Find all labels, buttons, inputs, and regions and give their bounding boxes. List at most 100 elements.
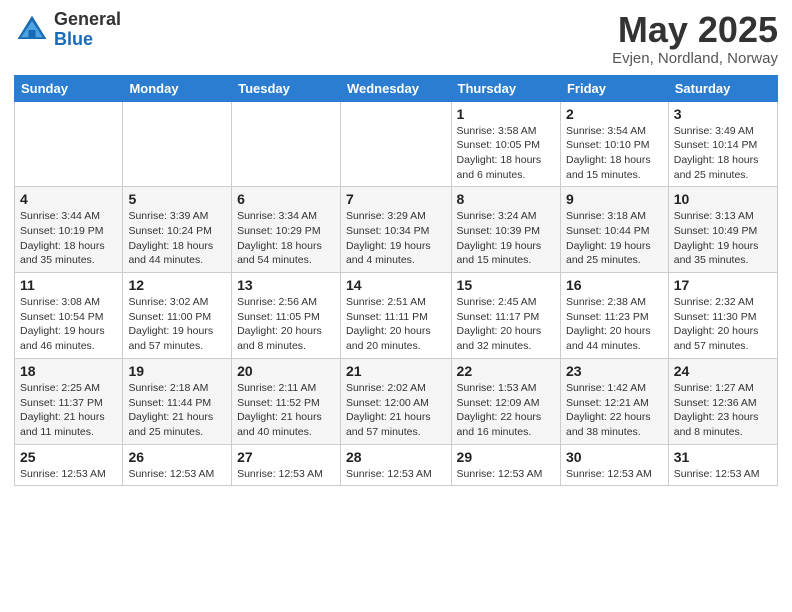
calendar-week-row: 25Sunrise: 12:53 AM26Sunrise: 12:53 AM27… <box>15 444 778 486</box>
day-info: Sunrise: 12:53 AM <box>457 467 555 482</box>
day-info: Sunrise: 2:45 AM Sunset: 11:17 PM Daylig… <box>457 295 555 354</box>
calendar-cell: 21Sunrise: 2:02 AM Sunset: 12:00 AM Dayl… <box>340 358 451 444</box>
logo: General Blue <box>14 10 121 50</box>
day-info: Sunrise: 12:53 AM <box>237 467 335 482</box>
calendar-cell: 24 Sunrise: 1:27 AM Sunset: 12:36 AM Dayl… <box>668 358 777 444</box>
calendar-cell: 6 Sunrise: 3:34 AM Sunset: 10:29 PM Dayli… <box>232 187 341 273</box>
calendar-cell: 1 Sunrise: 3:58 AM Sunset: 10:05 PM Dayli… <box>451 101 560 187</box>
calendar-week-row: 1 Sunrise: 3:58 AM Sunset: 10:05 PM Dayli… <box>15 101 778 187</box>
calendar-cell: 17Sunrise: 2:32 AM Sunset: 11:30 PM Dayl… <box>668 273 777 359</box>
calendar-cell: 19Sunrise: 2:18 AM Sunset: 11:44 PM Dayl… <box>123 358 232 444</box>
calendar-cell: 16 Sunrise: 2:38 AM Sunset: 11:23 PM Dayl… <box>560 273 668 359</box>
day-number: 11 <box>20 277 117 293</box>
weekday-header: Saturday <box>668 75 777 101</box>
day-number: 22 <box>457 363 555 379</box>
weekday-header: Wednesday <box>340 75 451 101</box>
day-number: 31 <box>674 449 772 465</box>
logo-general-text: General <box>54 10 121 30</box>
calendar-cell: 22Sunrise: 1:53 AM Sunset: 12:09 AM Dayl… <box>451 358 560 444</box>
day-number: 15 <box>457 277 555 293</box>
day-number: 30 <box>566 449 663 465</box>
calendar-cell: 8 Sunrise: 3:24 AM Sunset: 10:39 PM Dayli… <box>451 187 560 273</box>
calendar-cell: 4 Sunrise: 3:44 AM Sunset: 10:19 PM Dayli… <box>15 187 123 273</box>
day-info: Sunrise: 1:42 AM Sunset: 12:21 AM Daylig… <box>566 381 663 440</box>
calendar-cell: 7Sunrise: 3:29 AM Sunset: 10:34 PM Dayli… <box>340 187 451 273</box>
day-info: Sunrise: 3:58 AM Sunset: 10:05 PM Daylig… <box>457 124 555 183</box>
day-number: 16 <box>566 277 663 293</box>
calendar-cell: 10Sunrise: 3:13 AM Sunset: 10:49 PM Dayl… <box>668 187 777 273</box>
day-number: 2 <box>566 106 663 122</box>
day-number: 6 <box>237 191 335 207</box>
day-info: Sunrise: 2:38 AM Sunset: 11:23 PM Daylig… <box>566 295 663 354</box>
calendar-cell <box>15 101 123 187</box>
day-number: 27 <box>237 449 335 465</box>
calendar-cell: 26 Sunrise: 12:53 AM <box>123 444 232 486</box>
calendar-cell <box>232 101 341 187</box>
day-number: 4 <box>20 191 117 207</box>
day-info: Sunrise: 3:54 AM Sunset: 10:10 PM Daylig… <box>566 124 663 183</box>
day-info: Sunrise: 2:02 AM Sunset: 12:00 AM Daylig… <box>346 381 446 440</box>
day-info: Sunrise: 3:24 AM Sunset: 10:39 PM Daylig… <box>457 209 555 268</box>
day-number: 18 <box>20 363 117 379</box>
day-info: Sunrise: 2:56 AM Sunset: 11:05 PM Daylig… <box>237 295 335 354</box>
day-info: Sunrise: 2:32 AM Sunset: 11:30 PM Daylig… <box>674 295 772 354</box>
calendar-cell: 27 Sunrise: 12:53 AM <box>232 444 341 486</box>
calendar-cell: 11 Sunrise: 3:08 AM Sunset: 10:54 PM Dayl… <box>15 273 123 359</box>
weekday-header: Thursday <box>451 75 560 101</box>
day-info: Sunrise: 2:51 AM Sunset: 11:11 PM Daylig… <box>346 295 446 354</box>
day-number: 9 <box>566 191 663 207</box>
day-info: Sunrise: 12:53 AM <box>128 467 226 482</box>
calendar-week-row: 18Sunrise: 2:25 AM Sunset: 11:37 PM Dayl… <box>15 358 778 444</box>
calendar-cell: 14 Sunrise: 2:51 AM Sunset: 11:11 PM Dayl… <box>340 273 451 359</box>
page: General Blue May 2025 Evjen, Nordland, N… <box>0 0 792 612</box>
header: General Blue May 2025 Evjen, Nordland, N… <box>14 10 778 67</box>
calendar-cell: 13 Sunrise: 2:56 AM Sunset: 11:05 PM Dayl… <box>232 273 341 359</box>
calendar-header-row: SundayMondayTuesdayWednesdayThursdayFrid… <box>15 75 778 101</box>
logo-blue-text: Blue <box>54 30 121 50</box>
day-info: Sunrise: 12:53 AM <box>674 467 772 482</box>
day-number: 29 <box>457 449 555 465</box>
day-number: 20 <box>237 363 335 379</box>
day-info: Sunrise: 12:53 AM <box>20 467 117 482</box>
day-number: 10 <box>674 191 772 207</box>
day-number: 28 <box>346 449 446 465</box>
calendar-cell: 9Sunrise: 3:18 AM Sunset: 10:44 PM Dayli… <box>560 187 668 273</box>
calendar-week-row: 4 Sunrise: 3:44 AM Sunset: 10:19 PM Dayli… <box>15 187 778 273</box>
title-month: May 2025 <box>612 10 778 50</box>
day-number: 12 <box>128 277 226 293</box>
day-info: Sunrise: 3:08 AM Sunset: 10:54 PM Daylig… <box>20 295 117 354</box>
day-info: Sunrise: 3:02 AM Sunset: 11:00 PM Daylig… <box>128 295 226 354</box>
calendar-cell: 25 Sunrise: 12:53 AM <box>15 444 123 486</box>
weekday-header: Sunday <box>15 75 123 101</box>
day-number: 7 <box>346 191 446 207</box>
day-info: Sunrise: 12:53 AM <box>566 467 663 482</box>
day-number: 23 <box>566 363 663 379</box>
calendar-cell: 29 Sunrise: 12:53 AM <box>451 444 560 486</box>
day-number: 14 <box>346 277 446 293</box>
logo-text: General Blue <box>54 10 121 50</box>
day-number: 25 <box>20 449 117 465</box>
calendar-cell: 15 Sunrise: 2:45 AM Sunset: 11:17 PM Dayl… <box>451 273 560 359</box>
day-info: Sunrise: 2:11 AM Sunset: 11:52 PM Daylig… <box>237 381 335 440</box>
title-block: May 2025 Evjen, Nordland, Norway <box>612 10 778 67</box>
weekday-header: Tuesday <box>232 75 341 101</box>
day-number: 13 <box>237 277 335 293</box>
day-info: Sunrise: 3:39 AM Sunset: 10:24 PM Daylig… <box>128 209 226 268</box>
calendar-cell: 28Sunrise: 12:53 AM <box>340 444 451 486</box>
day-info: Sunrise: 3:49 AM Sunset: 10:14 PM Daylig… <box>674 124 772 183</box>
day-number: 26 <box>128 449 226 465</box>
calendar-cell: 5Sunrise: 3:39 AM Sunset: 10:24 PM Dayli… <box>123 187 232 273</box>
day-info: Sunrise: 3:34 AM Sunset: 10:29 PM Daylig… <box>237 209 335 268</box>
calendar-cell: 18Sunrise: 2:25 AM Sunset: 11:37 PM Dayl… <box>15 358 123 444</box>
day-number: 19 <box>128 363 226 379</box>
day-info: Sunrise: 1:27 AM Sunset: 12:36 AM Daylig… <box>674 381 772 440</box>
day-number: 1 <box>457 106 555 122</box>
day-number: 24 <box>674 363 772 379</box>
calendar-cell: 3 Sunrise: 3:49 AM Sunset: 10:14 PM Dayli… <box>668 101 777 187</box>
calendar-cell: 20 Sunrise: 2:11 AM Sunset: 11:52 PM Dayl… <box>232 358 341 444</box>
day-number: 3 <box>674 106 772 122</box>
day-info: Sunrise: 3:44 AM Sunset: 10:19 PM Daylig… <box>20 209 117 268</box>
calendar-cell: 12 Sunrise: 3:02 AM Sunset: 11:00 PM Dayl… <box>123 273 232 359</box>
day-number: 8 <box>457 191 555 207</box>
weekday-header: Monday <box>123 75 232 101</box>
